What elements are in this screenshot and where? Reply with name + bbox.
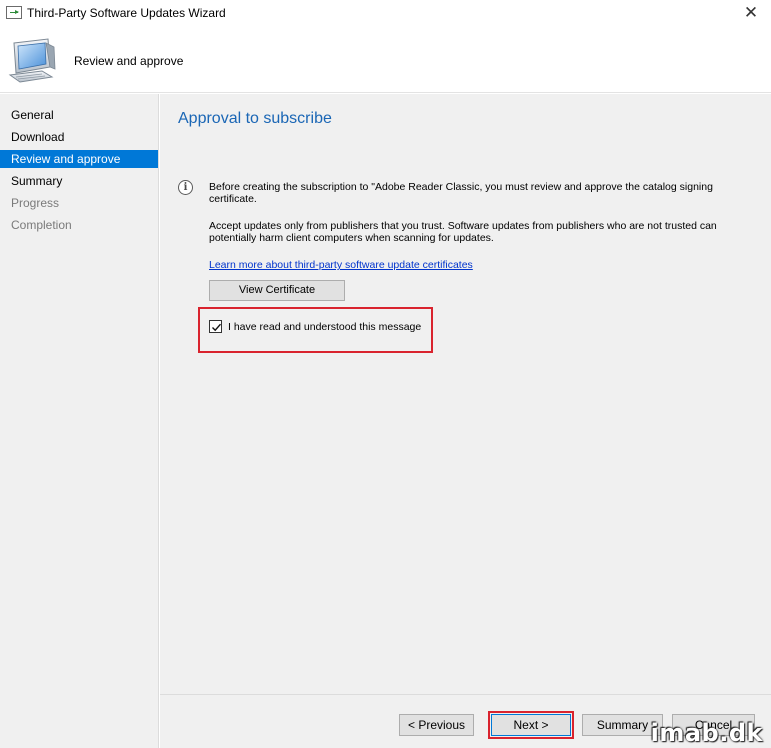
view-certificate-button[interactable]: View Certificate [209,280,345,301]
approval-message: Before creating the subscription to "Ado… [209,181,713,205]
understood-checkbox[interactable] [209,320,222,333]
sidebar-item-download[interactable]: Download [0,128,158,146]
checkmark-icon [212,323,222,332]
sidebar-item-completion: Completion [11,218,72,232]
sidebar-item-general[interactable]: General [0,106,158,124]
window-title: Third-Party Software Updates Wizard [27,6,226,20]
sidebar-item-summary[interactable]: Summary [0,172,158,190]
wizard-header: Review and approve [0,27,771,93]
info-icon: i [178,180,193,195]
previous-button[interactable]: < Previous [399,714,474,736]
understood-checkbox-label[interactable]: I have read and understood this message [228,321,421,333]
next-button-highlight-box [488,711,574,739]
trust-warning-message: Accept updates only from publishers that… [209,220,717,244]
wizard-content: Approval to subscribe i Before creating … [160,94,771,694]
watermark-logo: imab.dk [650,719,763,747]
wizard-app-icon [6,6,22,19]
close-button[interactable]: ✕ [731,0,771,27]
page-title: Approval to subscribe [178,110,332,127]
sidebar-item-progress: Progress [11,196,60,210]
computer-monitor-icon [8,38,56,83]
window-titlebar: Third-Party Software Updates Wizard ✕ [0,0,771,27]
header-step-title: Review and approve [74,54,184,68]
close-icon: ✕ [743,3,759,22]
sidebar-item-review-and-approve[interactable]: Review and approve [0,150,158,168]
learn-more-link[interactable]: Learn more about third-party software up… [209,259,473,271]
wizard-sidebar: General Download Review and approve Summ… [0,94,159,748]
